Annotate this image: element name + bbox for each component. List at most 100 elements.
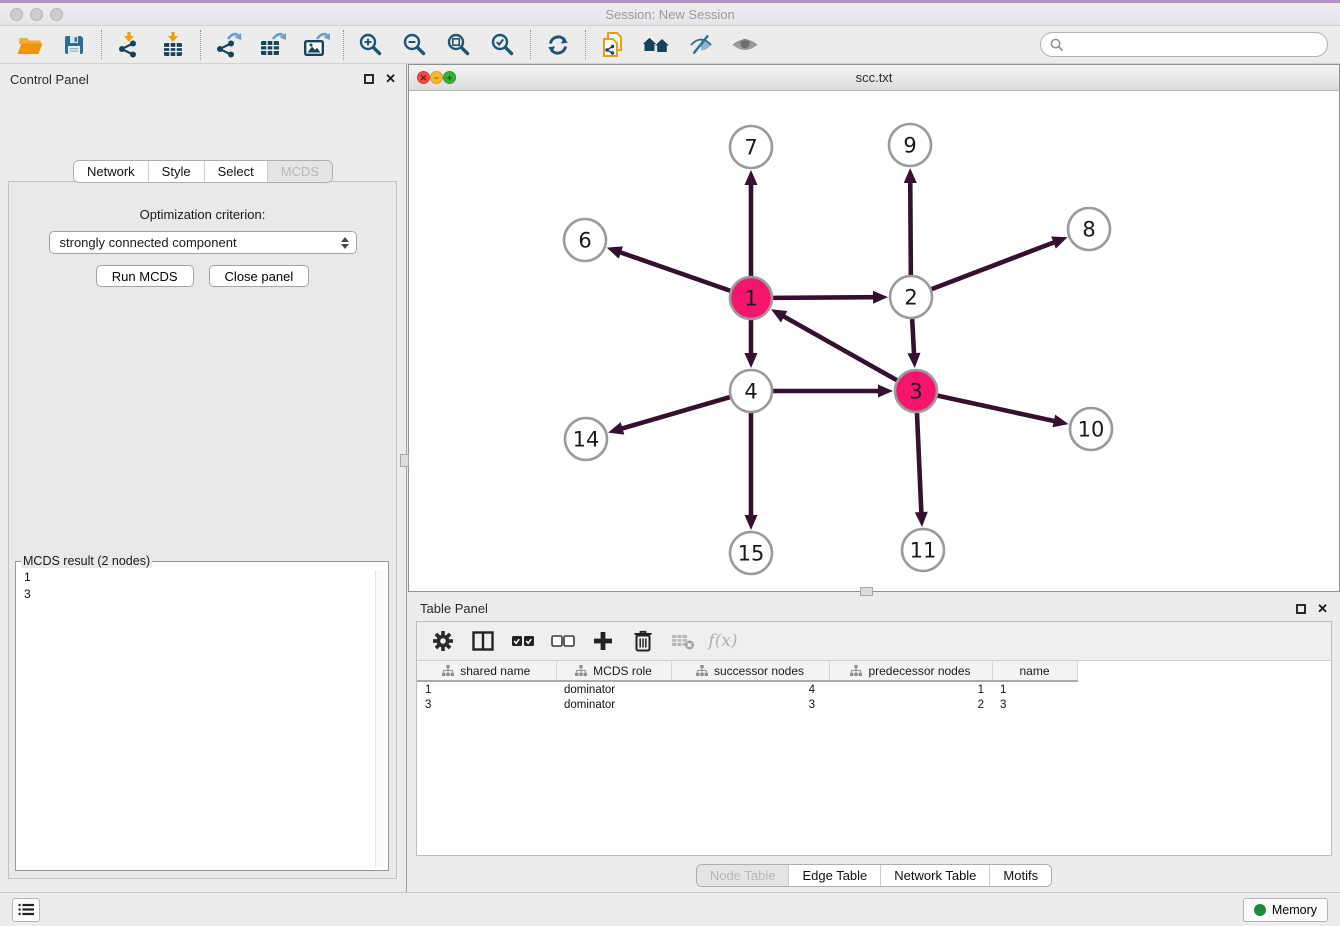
arrowhead-icon — [607, 246, 623, 258]
import-network-button[interactable] — [107, 29, 151, 61]
tab-network[interactable]: Network — [74, 161, 148, 182]
node-1[interactable]: 1 — [730, 277, 772, 319]
save-session-button[interactable] — [52, 29, 96, 61]
edge-2-8[interactable] — [932, 236, 1068, 289]
node-3[interactable]: 3 — [895, 370, 937, 412]
table-row[interactable]: 1dominator411 — [417, 681, 1077, 697]
edge-1-2[interactable] — [773, 291, 888, 304]
deselect-all-rows-button[interactable] — [547, 626, 579, 656]
column-header-predecessor-nodes[interactable]: predecessor nodes — [829, 661, 992, 681]
node-15[interactable]: 15 — [730, 532, 772, 574]
node-10[interactable]: 10 — [1070, 408, 1112, 450]
export-network-button[interactable] — [206, 29, 250, 61]
zoom-selected-button[interactable] — [481, 29, 525, 61]
sort-hierarchy-icon — [442, 665, 454, 676]
cell-name[interactable]: 3 — [992, 697, 1077, 713]
column-header-mcds-role[interactable]: MCDS role — [556, 661, 671, 681]
edge-4-14[interactable] — [608, 397, 730, 434]
table-tab-node-table[interactable]: Node Table — [697, 865, 789, 886]
show-column-pane-button[interactable] — [467, 626, 499, 656]
column-header-successor-nodes[interactable]: successor nodes — [671, 661, 829, 681]
arrowhead-icon — [745, 515, 758, 530]
node-7[interactable]: 7 — [730, 126, 772, 168]
cell-name[interactable]: 1 — [992, 681, 1077, 697]
tab-select[interactable]: Select — [204, 161, 267, 182]
reset-home-button[interactable] — [635, 29, 679, 61]
delete-table-button[interactable] — [667, 626, 699, 656]
task-history-button[interactable] — [12, 898, 40, 922]
edge-3-1[interactable] — [771, 309, 897, 380]
cell-successor-nodes[interactable]: 4 — [671, 681, 829, 697]
network-graph[interactable]: 7 9 6 8 1 2 4 3 14 10 15 11 — [409, 91, 1339, 591]
cell-shared-name[interactable]: 1 — [417, 681, 556, 697]
float-panel-icon[interactable] — [364, 74, 374, 84]
float-table-panel-icon[interactable] — [1296, 604, 1306, 614]
column-header-shared-name[interactable]: shared name — [417, 661, 556, 681]
zoom-in-icon — [358, 32, 384, 58]
node-8[interactable]: 8 — [1068, 208, 1110, 250]
node-9[interactable]: 9 — [889, 124, 931, 166]
column-header-name[interactable]: name — [992, 661, 1077, 681]
add-column-button[interactable] — [587, 626, 619, 656]
cell-successor-nodes[interactable]: 3 — [671, 697, 829, 713]
tab-mcds[interactable]: MCDS — [267, 161, 332, 182]
vertical-splitter-handle[interactable] — [400, 454, 409, 467]
select-all-rows-button[interactable] — [507, 626, 539, 656]
show-graphics-button[interactable] — [723, 29, 767, 61]
export-image-button[interactable] — [294, 29, 338, 61]
cell-predecessor-nodes[interactable]: 2 — [829, 697, 992, 713]
open-session-button[interactable] — [8, 29, 52, 61]
table-tab-motifs[interactable]: Motifs — [989, 865, 1051, 886]
hide-graphics-button[interactable] — [679, 29, 723, 61]
node-14[interactable]: 14 — [565, 418, 607, 460]
edge-3-11[interactable] — [915, 413, 928, 527]
cell-mcds-role[interactable]: dominator — [556, 681, 671, 697]
edge-3-10[interactable] — [937, 396, 1068, 428]
refresh-button[interactable] — [536, 29, 580, 61]
close-table-panel-icon[interactable]: ✕ — [1317, 604, 1328, 614]
tab-style[interactable]: Style — [148, 161, 204, 182]
sort-hierarchy-icon — [696, 665, 708, 676]
node-label: 11 — [910, 539, 937, 563]
edge-1-7[interactable] — [745, 170, 758, 276]
horizontal-splitter-handle[interactable] — [860, 587, 873, 596]
edge-2-9[interactable] — [904, 168, 917, 275]
table-tab-edge-table[interactable]: Edge Table — [788, 865, 880, 886]
edge-4-15[interactable] — [745, 413, 758, 530]
node-11[interactable]: 11 — [902, 529, 944, 571]
node-2[interactable]: 2 — [890, 276, 932, 318]
run-mcds-button[interactable]: Run MCDS — [96, 265, 194, 287]
export-table-button[interactable] — [250, 29, 294, 61]
criterion-dropdown[interactable]: strongly connected component — [49, 231, 357, 254]
memory-status-button[interactable]: Memory — [1243, 898, 1328, 922]
cell-predecessor-nodes[interactable]: 1 — [829, 681, 992, 697]
network-canvas[interactable]: 7 9 6 8 1 2 4 3 14 10 15 11 — [409, 91, 1339, 591]
search-box[interactable] — [1040, 32, 1328, 57]
node-label: 6 — [578, 229, 591, 253]
zoom-in-button[interactable] — [349, 29, 393, 61]
zoom-fit-button[interactable] — [437, 29, 481, 61]
result-scrollbar[interactable] — [375, 570, 386, 867]
table-tab-network-table[interactable]: Network Table — [880, 865, 989, 886]
edge-1-4[interactable] — [745, 320, 758, 368]
zoom-out-button[interactable] — [393, 29, 437, 61]
cell-shared-name[interactable]: 3 — [417, 697, 556, 713]
close-panel-button[interactable]: Close panel — [209, 265, 310, 287]
edge-1-6[interactable] — [607, 246, 731, 290]
clone-network-button[interactable] — [591, 29, 635, 61]
delete-column-button[interactable] — [627, 626, 659, 656]
node-table[interactable]: shared nameMCDS rolesuccessor nodesprede… — [417, 661, 1331, 855]
edge-4-3[interactable] — [773, 385, 893, 398]
import-table-button[interactable] — [151, 29, 195, 61]
node-4[interactable]: 4 — [730, 370, 772, 412]
node-6[interactable]: 6 — [564, 219, 606, 261]
cell-mcds-role[interactable]: dominator — [556, 697, 671, 713]
function-builder-button[interactable]: f(x) — [707, 626, 739, 656]
table-settings-button[interactable] — [427, 626, 459, 656]
close-panel-icon[interactable]: ✕ — [385, 74, 396, 84]
search-input[interactable] — [1070, 36, 1318, 53]
table-row[interactable]: 3dominator323 — [417, 697, 1077, 713]
network-window-titlebar[interactable]: ✕ − + scc.txt — [409, 65, 1339, 91]
mcds-result-item: 1 — [24, 569, 380, 586]
edge-2-3[interactable] — [907, 319, 920, 368]
